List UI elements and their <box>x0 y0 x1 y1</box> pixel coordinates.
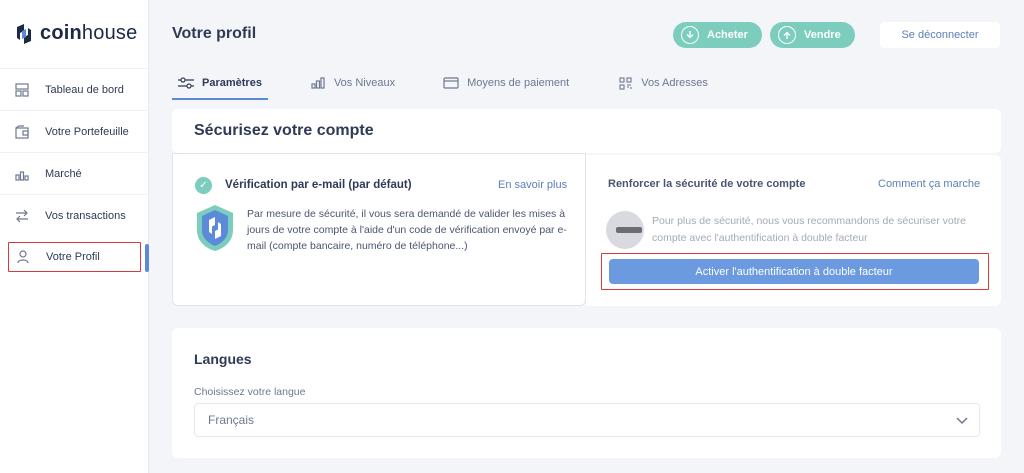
shield-icon <box>197 205 233 251</box>
language-selected-value: Français <box>208 413 255 427</box>
coinhouse-logo-icon <box>17 23 31 44</box>
security-section-header: Sécurisez votre compte <box>172 109 1001 153</box>
two-factor-card: Renforcer la sécurité de votre compte Co… <box>586 155 1001 306</box>
tab-label: Moyens de paiement <box>467 77 570 89</box>
check-icon: ✓ <box>195 177 212 194</box>
page-title: Votre profil <box>172 25 257 42</box>
languages-title: Langues <box>194 351 252 367</box>
profile-tabs: Paramètres Vos Niveaux Moyens de paiemen… <box>172 70 750 100</box>
sidebar-item-label: Tableau de bord <box>45 83 124 96</box>
how-it-works-link[interactable]: Comment ça marche <box>878 178 980 190</box>
language-label: Choisissez votre langue <box>194 386 306 398</box>
upload-icon <box>778 26 796 44</box>
tab-label: Vos Adresses <box>641 77 708 89</box>
two-factor-description: Pour plus de sécurité, nous vous recomma… <box>652 215 966 244</box>
levels-icon <box>310 77 326 89</box>
transfer-icon <box>14 208 30 224</box>
email-verification-title: Vérification par e-mail (par défaut) <box>225 179 412 191</box>
tab-payment-methods[interactable]: Moyens de paiement <box>437 70 575 96</box>
tab-label: Vos Niveaux <box>333 77 396 89</box>
sliders-icon <box>178 77 194 89</box>
language-select[interactable]: Français <box>194 403 980 437</box>
sidebar-item-label: Votre Portefeuille <box>45 125 129 138</box>
download-icon <box>681 26 699 44</box>
chart-icon <box>14 166 30 182</box>
authenticator-icon <box>606 211 644 249</box>
card-icon <box>443 77 459 89</box>
security-title: Sécurisez votre compte <box>194 122 374 139</box>
sidebar-item-market[interactable]: Marché <box>0 152 149 194</box>
enable-2fa-button[interactable]: Activer l'authentification à double fact… <box>609 259 979 284</box>
chevron-down-icon <box>956 417 968 425</box>
buy-button-label: Acheter <box>707 29 748 41</box>
logo-text: coinhouse <box>40 22 138 44</box>
email-verification-description: Par mesure de sécurité, il vous sera dem… <box>247 208 567 252</box>
highlight-frame: Activer l'authentification à double fact… <box>601 253 989 290</box>
two-factor-title: Renforcer la sécurité de votre compte <box>608 178 806 190</box>
sidebar-item-transactions[interactable]: Vos transactions <box>0 194 149 236</box>
tab-settings[interactable]: Paramètres <box>172 70 268 100</box>
email-verification-card: ✓ Vérification par e-mail (par défaut) E… <box>172 153 586 306</box>
buy-button[interactable]: Acheter <box>673 22 762 48</box>
wallet-icon <box>14 124 30 140</box>
sidebar-item-label: Marché <box>45 167 82 180</box>
sidebar-item-profile[interactable]: Votre Profil <box>8 242 141 272</box>
logout-button[interactable]: Se déconnecter <box>880 22 1000 48</box>
dashboard-icon <box>14 82 30 98</box>
languages-card: Langues Choisissez votre langue Français <box>172 328 1001 458</box>
sell-button[interactable]: Vendre <box>770 22 855 48</box>
sidebar-nav: Tableau de bord Votre Portefeuille March… <box>0 68 149 278</box>
user-icon <box>15 249 31 265</box>
tab-levels[interactable]: Vos Niveaux <box>304 70 401 96</box>
sidebar-item-wallet[interactable]: Votre Portefeuille <box>0 110 149 152</box>
sidebar-item-label: Votre Profil <box>46 251 100 263</box>
sidebar-active-indicator <box>145 244 149 272</box>
sell-button-label: Vendre <box>804 29 841 41</box>
tab-addresses[interactable]: Vos Adresses <box>611 70 714 96</box>
qr-icon <box>617 76 633 90</box>
logo[interactable]: coinhouse <box>14 22 137 45</box>
sidebar: coinhouse Tableau de bord Votre Portefeu… <box>0 0 149 473</box>
sidebar-item-label: Vos transactions <box>45 209 126 222</box>
learn-more-link[interactable]: En savoir plus <box>498 179 567 191</box>
sidebar-item-dashboard[interactable]: Tableau de bord <box>0 68 149 110</box>
tab-label: Paramètres <box>202 77 262 89</box>
